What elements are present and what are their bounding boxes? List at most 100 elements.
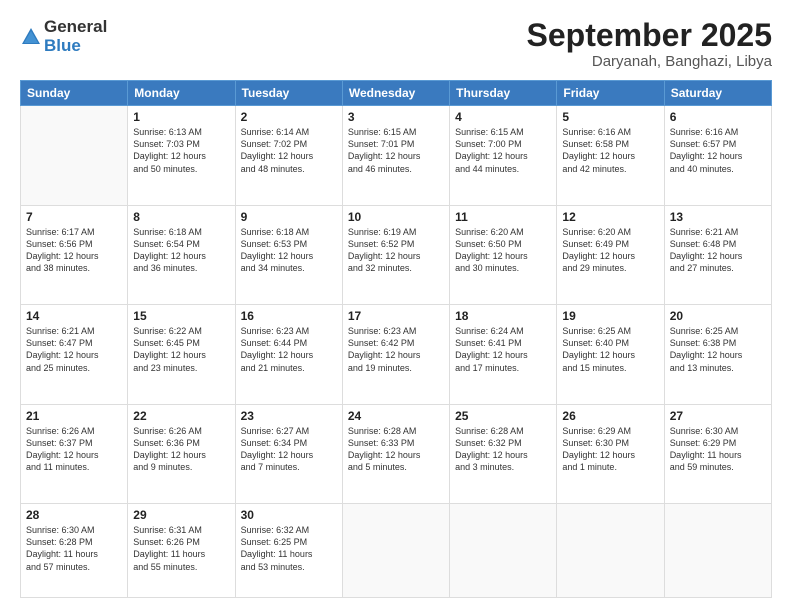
calendar-cell: [450, 504, 557, 598]
calendar-week-row: 7 Sunrise: 6:17 AM Sunset: 6:56 PM Daylig…: [21, 205, 772, 304]
day-info: Sunrise: 6:19 AM Sunset: 6:52 PM Dayligh…: [348, 226, 444, 275]
day-number: 7: [26, 210, 122, 224]
calendar-cell: 11 Sunrise: 6:20 AM Sunset: 6:50 PM Dayli…: [450, 205, 557, 304]
day-number: 27: [670, 409, 766, 423]
day-info: Sunrise: 6:22 AM Sunset: 6:45 PM Dayligh…: [133, 325, 229, 374]
day-number: 8: [133, 210, 229, 224]
calendar-cell: 21 Sunrise: 6:26 AM Sunset: 6:37 PM Dayli…: [21, 404, 128, 503]
calendar-cell: 24Sunrise: 6:28 AM Sunset: 6:33 PM Dayli…: [342, 404, 449, 503]
calendar-cell: 19 Sunrise: 6:25 AM Sunset: 6:40 PM Dayli…: [557, 305, 664, 404]
calendar-cell: 16 Sunrise: 6:23 AM Sunset: 6:44 PM Dayli…: [235, 305, 342, 404]
calendar-cell: 13Sunrise: 6:21 AM Sunset: 6:48 PM Dayli…: [664, 205, 771, 304]
page: General Blue September 2025 Daryanah, Ba…: [0, 0, 792, 612]
calendar-cell: 1 Sunrise: 6:13 AM Sunset: 7:03 PM Daylig…: [128, 106, 235, 205]
day-number: 11: [455, 210, 551, 224]
calendar-cell: 17Sunrise: 6:23 AM Sunset: 6:42 PM Dayli…: [342, 305, 449, 404]
calendar-cell: 10 Sunrise: 6:19 AM Sunset: 6:52 PM Dayli…: [342, 205, 449, 304]
calendar-cell: 15 Sunrise: 6:22 AM Sunset: 6:45 PM Dayli…: [128, 305, 235, 404]
day-number: 22: [133, 409, 229, 423]
day-info: Sunrise: 6:28 AM Sunset: 6:32 PM Dayligh…: [455, 425, 551, 474]
day-info: Sunrise: 6:13 AM Sunset: 7:03 PM Dayligh…: [133, 126, 229, 175]
day-info: Sunrise: 6:18 AM Sunset: 6:54 PM Dayligh…: [133, 226, 229, 275]
calendar-cell: 8 Sunrise: 6:18 AM Sunset: 6:54 PM Daylig…: [128, 205, 235, 304]
day-info: Sunrise: 6:30 AM Sunset: 6:29 PM Dayligh…: [670, 425, 766, 474]
day-number: 2: [241, 110, 337, 124]
day-number: 26: [562, 409, 658, 423]
day-info: Sunrise: 6:16 AM Sunset: 6:58 PM Dayligh…: [562, 126, 658, 175]
day-number: 14: [26, 309, 122, 323]
weekday-header-tuesday: Tuesday: [235, 81, 342, 106]
calendar-cell: [21, 106, 128, 205]
weekday-header-wednesday: Wednesday: [342, 81, 449, 106]
day-number: 4: [455, 110, 551, 124]
weekday-header-friday: Friday: [557, 81, 664, 106]
calendar-cell: 18Sunrise: 6:24 AM Sunset: 6:41 PM Dayli…: [450, 305, 557, 404]
day-number: 29: [133, 508, 229, 522]
day-info: Sunrise: 6:32 AM Sunset: 6:25 PM Dayligh…: [241, 524, 337, 573]
logo: General Blue: [20, 18, 107, 55]
calendar-cell: 25 Sunrise: 6:28 AM Sunset: 6:32 PM Dayli…: [450, 404, 557, 503]
calendar-cell: 9 Sunrise: 6:18 AM Sunset: 6:53 PM Daylig…: [235, 205, 342, 304]
day-number: 5: [562, 110, 658, 124]
day-number: 9: [241, 210, 337, 224]
calendar-cell: 4Sunrise: 6:15 AM Sunset: 7:00 PM Daylig…: [450, 106, 557, 205]
day-number: 19: [562, 309, 658, 323]
day-number: 12: [562, 210, 658, 224]
calendar-week-row: 21 Sunrise: 6:26 AM Sunset: 6:37 PM Dayli…: [21, 404, 772, 503]
day-info: Sunrise: 6:26 AM Sunset: 6:37 PM Dayligh…: [26, 425, 122, 474]
day-info: Sunrise: 6:26 AM Sunset: 6:36 PM Dayligh…: [133, 425, 229, 474]
day-number: 10: [348, 210, 444, 224]
weekday-header-monday: Monday: [128, 81, 235, 106]
day-info: Sunrise: 6:20 AM Sunset: 6:49 PM Dayligh…: [562, 226, 658, 275]
weekday-header-row: SundayMondayTuesdayWednesdayThursdayFrid…: [21, 81, 772, 106]
calendar-cell: 23Sunrise: 6:27 AM Sunset: 6:34 PM Dayli…: [235, 404, 342, 503]
day-info: Sunrise: 6:17 AM Sunset: 6:56 PM Dayligh…: [26, 226, 122, 275]
day-number: 6: [670, 110, 766, 124]
calendar-cell: 30 Sunrise: 6:32 AM Sunset: 6:25 PM Dayli…: [235, 504, 342, 598]
day-info: Sunrise: 6:20 AM Sunset: 6:50 PM Dayligh…: [455, 226, 551, 275]
calendar-table: SundayMondayTuesdayWednesdayThursdayFrid…: [20, 80, 772, 598]
logo-general-text: General: [44, 18, 107, 37]
day-number: 18: [455, 309, 551, 323]
day-info: Sunrise: 6:27 AM Sunset: 6:34 PM Dayligh…: [241, 425, 337, 474]
calendar-cell: 28 Sunrise: 6:30 AM Sunset: 6:28 PM Dayli…: [21, 504, 128, 598]
day-info: Sunrise: 6:29 AM Sunset: 6:30 PM Dayligh…: [562, 425, 658, 474]
day-number: 15: [133, 309, 229, 323]
logo-text: General Blue: [44, 18, 107, 55]
day-number: 16: [241, 309, 337, 323]
day-number: 21: [26, 409, 122, 423]
day-info: Sunrise: 6:21 AM Sunset: 6:47 PM Dayligh…: [26, 325, 122, 374]
day-info: Sunrise: 6:18 AM Sunset: 6:53 PM Dayligh…: [241, 226, 337, 275]
calendar-week-row: 28 Sunrise: 6:30 AM Sunset: 6:28 PM Dayli…: [21, 504, 772, 598]
day-info: Sunrise: 6:30 AM Sunset: 6:28 PM Dayligh…: [26, 524, 122, 573]
day-info: Sunrise: 6:15 AM Sunset: 7:01 PM Dayligh…: [348, 126, 444, 175]
calendar-cell: 14 Sunrise: 6:21 AM Sunset: 6:47 PM Dayli…: [21, 305, 128, 404]
calendar-cell: 7 Sunrise: 6:17 AM Sunset: 6:56 PM Daylig…: [21, 205, 128, 304]
day-number: 30: [241, 508, 337, 522]
day-number: 17: [348, 309, 444, 323]
calendar-week-row: 1 Sunrise: 6:13 AM Sunset: 7:03 PM Daylig…: [21, 106, 772, 205]
day-info: Sunrise: 6:25 AM Sunset: 6:40 PM Dayligh…: [562, 325, 658, 374]
day-info: Sunrise: 6:31 AM Sunset: 6:26 PM Dayligh…: [133, 524, 229, 573]
weekday-header-thursday: Thursday: [450, 81, 557, 106]
logo-icon: [20, 26, 42, 48]
calendar-cell: 12 Sunrise: 6:20 AM Sunset: 6:49 PM Dayli…: [557, 205, 664, 304]
calendar-cell: [557, 504, 664, 598]
day-info: Sunrise: 6:25 AM Sunset: 6:38 PM Dayligh…: [670, 325, 766, 374]
calendar-cell: 3Sunrise: 6:15 AM Sunset: 7:01 PM Daylig…: [342, 106, 449, 205]
title-block: September 2025 Daryanah, Banghazi, Libya: [527, 18, 772, 70]
day-info: Sunrise: 6:23 AM Sunset: 6:44 PM Dayligh…: [241, 325, 337, 374]
day-number: 24: [348, 409, 444, 423]
calendar-cell: 5 Sunrise: 6:16 AM Sunset: 6:58 PM Daylig…: [557, 106, 664, 205]
day-number: 28: [26, 508, 122, 522]
day-info: Sunrise: 6:21 AM Sunset: 6:48 PM Dayligh…: [670, 226, 766, 275]
calendar-cell: 22 Sunrise: 6:26 AM Sunset: 6:36 PM Dayli…: [128, 404, 235, 503]
day-info: Sunrise: 6:14 AM Sunset: 7:02 PM Dayligh…: [241, 126, 337, 175]
calendar-cell: 20 Sunrise: 6:25 AM Sunset: 6:38 PM Dayli…: [664, 305, 771, 404]
weekday-header-saturday: Saturday: [664, 81, 771, 106]
day-number: 25: [455, 409, 551, 423]
day-number: 1: [133, 110, 229, 124]
calendar-cell: 26 Sunrise: 6:29 AM Sunset: 6:30 PM Dayli…: [557, 404, 664, 503]
header: General Blue September 2025 Daryanah, Ba…: [20, 18, 772, 70]
day-number: 20: [670, 309, 766, 323]
